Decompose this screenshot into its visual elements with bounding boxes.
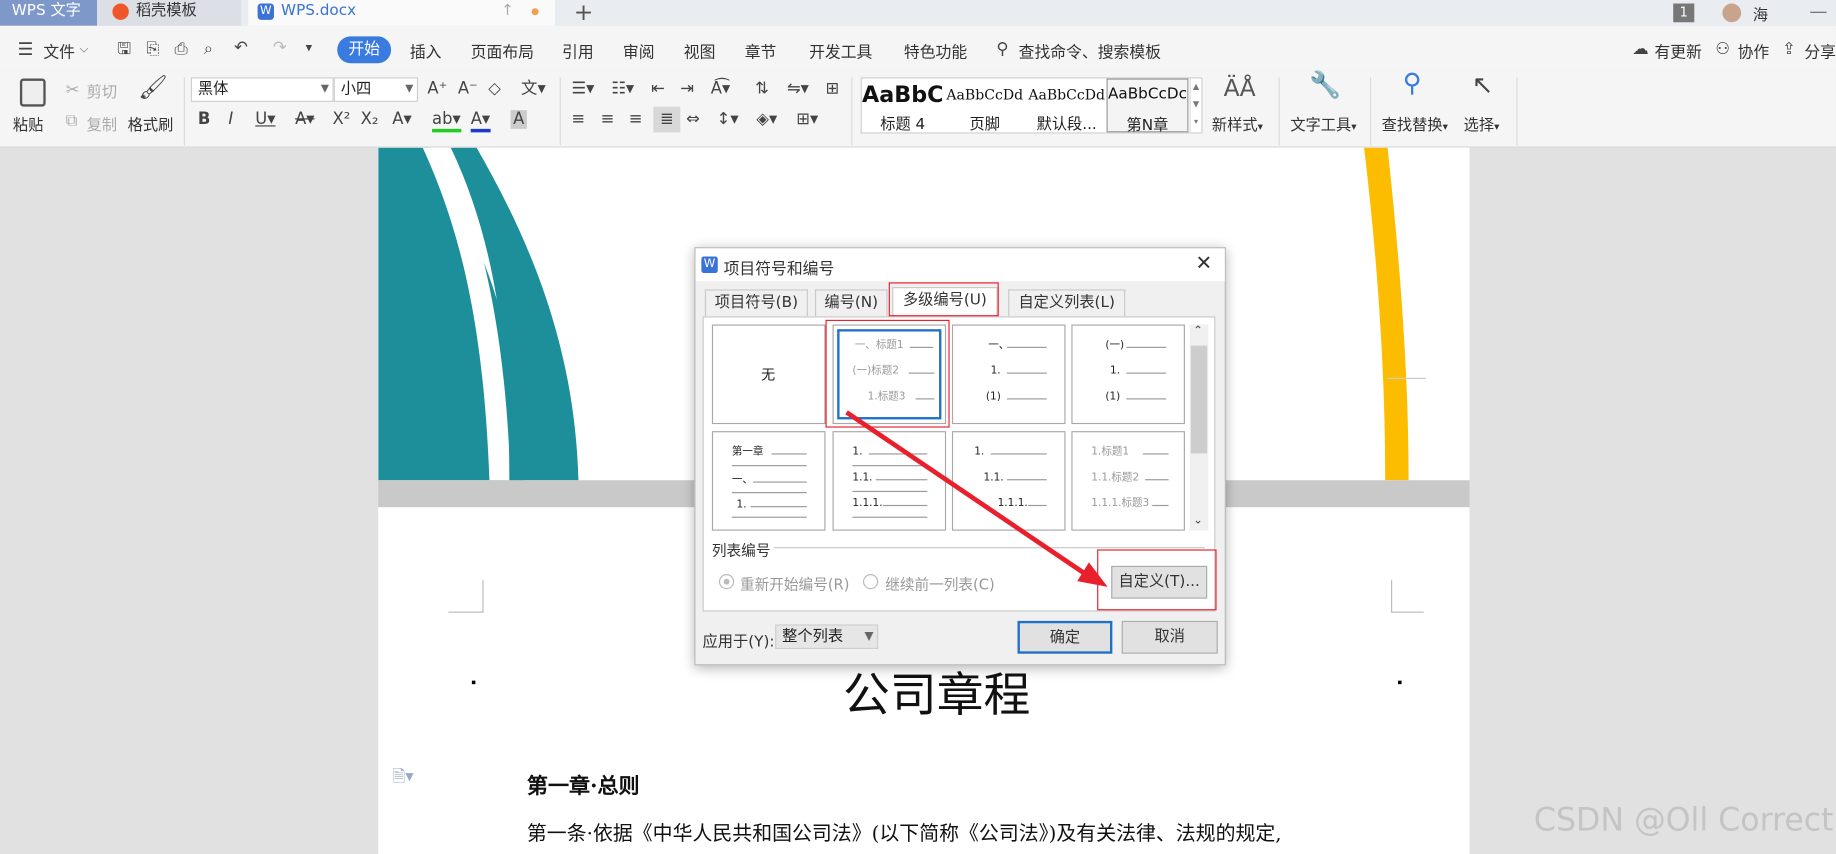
- arrow-shaft: [845, 410, 1091, 579]
- wps-window: WPS 文字 稻壳模板 W WPS.docx ↑ + 1 海 ☰ 文件 ⌵ 🖫 …: [0, 0, 1836, 854]
- annotation-arrow: [845, 410, 1108, 587]
- arrow-head: [1077, 562, 1108, 587]
